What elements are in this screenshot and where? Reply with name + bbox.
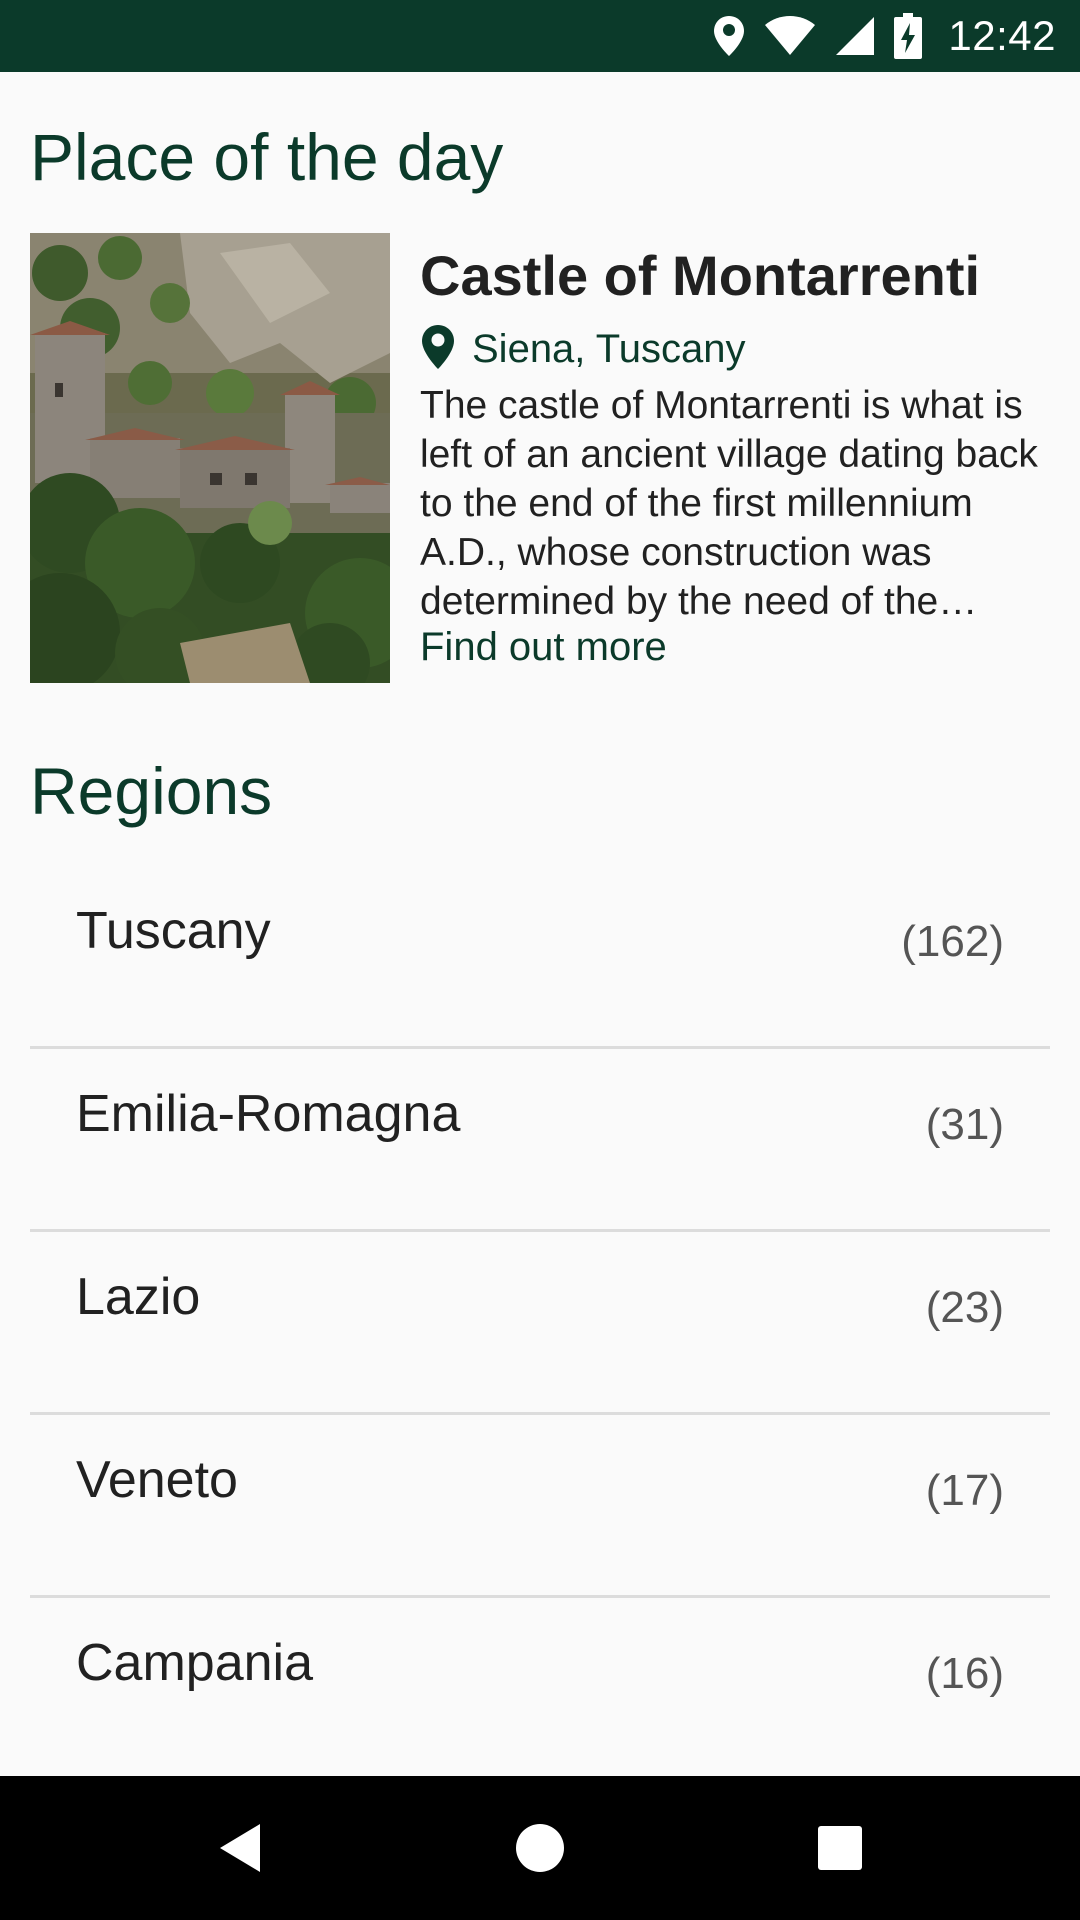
home-button[interactable]	[504, 1812, 576, 1884]
battery-charging-icon	[894, 13, 923, 59]
location-text: Siena, Tuscany	[472, 326, 746, 371]
region-count: (16)	[925, 1649, 1004, 1698]
recents-icon	[818, 1826, 862, 1870]
place-of-day-heading: Place of the day	[30, 120, 504, 194]
place-location: Siena, Tuscany	[420, 321, 746, 377]
place-info: Castle of Montarrenti Siena, Tuscany The…	[420, 233, 1050, 683]
place-of-day-card[interactable]: Castle of Montarrenti Siena, Tuscany The…	[30, 233, 1050, 683]
place-description: The castle of Montarrenti is what is lef…	[420, 384, 1038, 623]
region-count: (17)	[925, 1466, 1004, 1515]
map-pin-icon	[420, 323, 456, 376]
regions-heading: Regions	[30, 754, 273, 828]
app-screen: 12:42 Place of the day Castle of Montarr…	[0, 0, 1080, 1920]
back-icon	[220, 1824, 260, 1872]
castle-photo-image	[30, 233, 390, 683]
region-name: Tuscany	[76, 902, 271, 960]
region-name: Veneto	[76, 1451, 238, 1509]
home-icon	[516, 1824, 564, 1872]
place-photo[interactable]	[30, 233, 390, 683]
status-icons: 12:42	[712, 0, 1056, 72]
region-row-campania[interactable]: Campania (16)	[30, 1598, 1050, 1781]
find-out-more-link[interactable]: Find out more	[420, 625, 667, 670]
region-row-emilia-romagna[interactable]: Emilia-Romagna (31)	[30, 1049, 1050, 1232]
region-row-veneto[interactable]: Veneto (17)	[30, 1415, 1050, 1598]
main-content: Place of the day Castle of Montarrenti S…	[0, 72, 1080, 1776]
back-button[interactable]	[204, 1812, 276, 1884]
wifi-icon	[764, 15, 816, 57]
location-icon	[712, 14, 746, 58]
region-count: (23)	[925, 1283, 1004, 1332]
region-count: (31)	[925, 1100, 1004, 1149]
signal-icon	[834, 15, 876, 57]
region-count: (162)	[901, 917, 1004, 966]
recents-button[interactable]	[804, 1812, 876, 1884]
region-row-tuscany[interactable]: Tuscany (162)	[30, 866, 1050, 1049]
regions-list: Tuscany (162) Emilia-Romagna (31) Lazio …	[30, 866, 1050, 1781]
status-time: 12:42	[948, 12, 1056, 59]
status-bar: 12:42	[0, 0, 1080, 72]
place-name[interactable]: Castle of Montarrenti	[420, 245, 980, 307]
region-name: Campania	[76, 1634, 314, 1692]
region-name: Emilia-Romagna	[76, 1085, 461, 1143]
navigation-bar	[0, 1776, 1080, 1920]
region-name: Lazio	[76, 1268, 201, 1326]
region-row-lazio[interactable]: Lazio (23)	[30, 1232, 1050, 1415]
